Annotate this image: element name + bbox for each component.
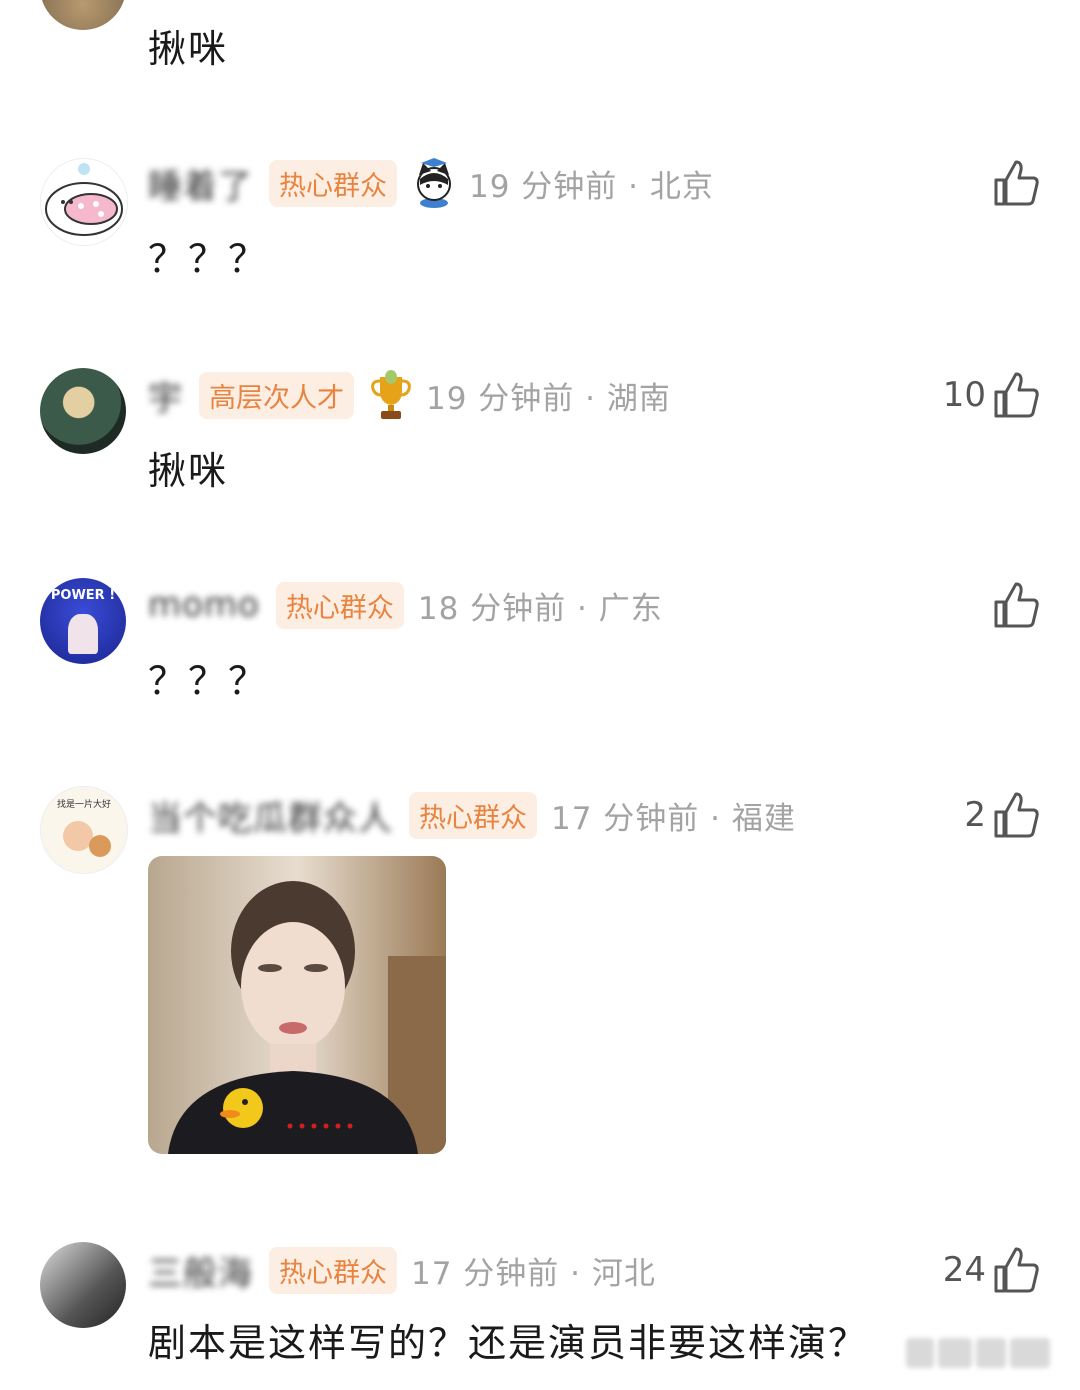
- badge[interactable]: 热心群众: [275, 581, 404, 629]
- photo-woman: [148, 856, 446, 1154]
- like-icon: [994, 792, 1039, 838]
- timestamp-location: 17 分钟前 · 福建: [551, 800, 796, 837]
- like-icon: [994, 582, 1039, 628]
- avatar-image: [45, 163, 123, 236]
- username[interactable]: 睡着了: [148, 159, 253, 208]
- badge[interactable]: 高层次人才: [199, 371, 354, 419]
- timestamp-location: 18 分钟前 · 广东: [417, 590, 663, 627]
- avatar-caption: 找是一片大好: [56, 800, 111, 810]
- badge[interactable]: 热心群众: [269, 159, 397, 207]
- username[interactable]: 宇: [148, 371, 183, 420]
- comment-text: 剧本是这样写的？还是演员非要这样演？: [148, 1321, 869, 1365]
- like-button[interactable]: 10: [943, 370, 1040, 420]
- like-count: 24: [942, 1250, 986, 1290]
- comment-meta: 睡着了 热心群众 19 分钟前 · 北京: [148, 158, 714, 208]
- badge[interactable]: 热心群众: [269, 1246, 397, 1294]
- avatar[interactable]: [40, 1242, 126, 1328]
- comment-text: ？？？: [148, 237, 269, 281]
- like-count: 2: [964, 795, 986, 835]
- comment-meta: 宇 高层次人才 19 分钟前 · 湖南: [148, 370, 671, 420]
- avatar[interactable]: POWER !: [40, 578, 126, 664]
- like-button[interactable]: 2: [964, 790, 1040, 840]
- avatar[interactable]: [40, 0, 126, 30]
- cat-icon: [417, 158, 451, 208]
- like-icon: [994, 372, 1039, 418]
- timestamp-location: 19 分钟前 · 湖南: [426, 380, 671, 417]
- comment-text: 揪咪: [148, 449, 229, 493]
- avatar[interactable]: [40, 368, 126, 454]
- username[interactable]: 当个吃瓜群众人: [148, 791, 393, 840]
- timestamp-location: 19 分钟前 · 北京: [469, 168, 714, 205]
- username[interactable]: 三般海: [148, 1246, 253, 1295]
- like-count: 10: [942, 375, 986, 415]
- badge[interactable]: 热心群众: [409, 791, 537, 839]
- comment-meta: momo 热心群众 18 分钟前 · 广东: [148, 580, 663, 630]
- avatar[interactable]: 找是一片大好: [40, 786, 128, 874]
- like-button[interactable]: [986, 580, 1040, 630]
- comment-text: 揪咪: [148, 27, 229, 71]
- trophy-icon: [371, 370, 411, 419]
- comment-text: ？？？: [148, 659, 269, 703]
- like-icon: [994, 1247, 1039, 1293]
- comment-meta: 三般海 热心群众 17 分钟前 · 河北: [148, 1245, 656, 1295]
- avatar-power-text: POWER !: [50, 588, 116, 603]
- like-button[interactable]: [986, 158, 1040, 208]
- like-button[interactable]: 24: [943, 1245, 1040, 1295]
- avatar[interactable]: [40, 158, 128, 246]
- comment-image[interactable]: [148, 856, 446, 1154]
- like-icon: [994, 160, 1039, 206]
- watermark: [906, 1330, 1066, 1376]
- comment-meta: 当个吃瓜群众人 热心群众 17 分钟前 · 福建: [148, 790, 796, 840]
- timestamp-location: 17 分钟前 · 河北: [411, 1255, 656, 1292]
- username[interactable]: momo: [148, 585, 260, 625]
